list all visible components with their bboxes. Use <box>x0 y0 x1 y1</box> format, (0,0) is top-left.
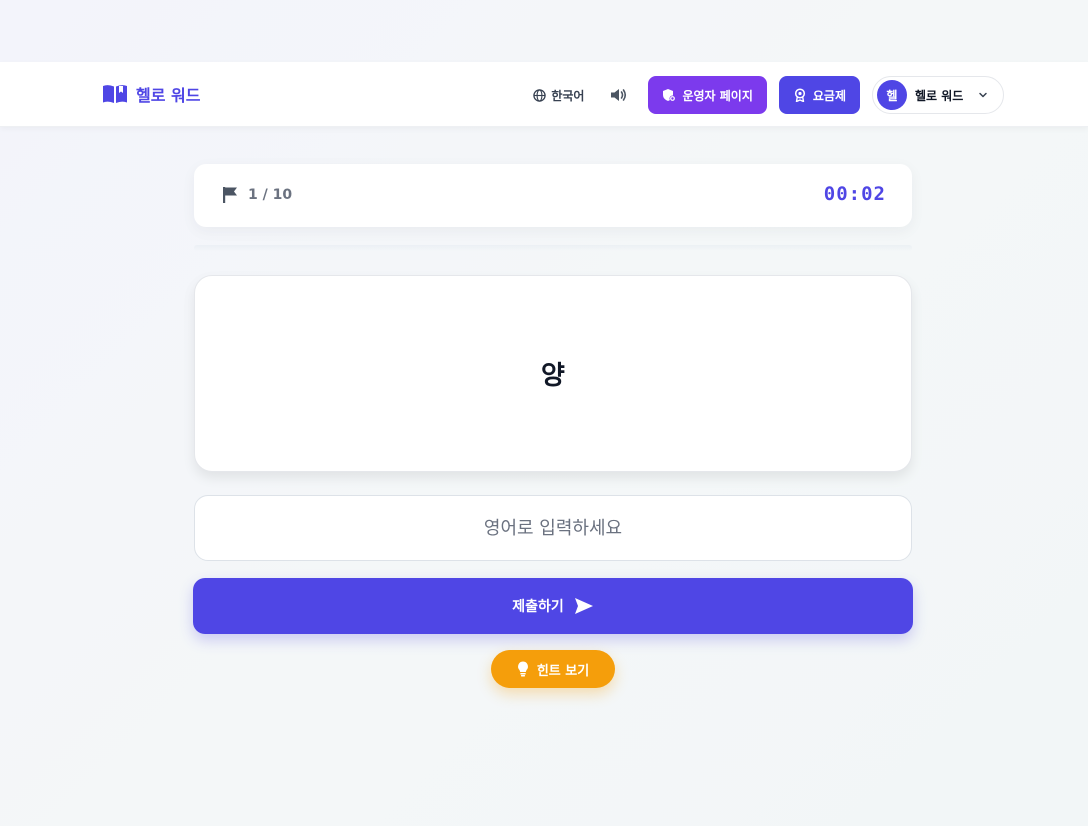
app-logo[interactable]: 헬로 워드 <box>102 82 200 106</box>
word-card: 양 <box>194 275 912 472</box>
question-counter: 1 / 10 <box>248 187 293 203</box>
pricing-button-label: 요금제 <box>812 88 846 103</box>
lightbulb-icon <box>517 661 528 677</box>
flag-icon <box>223 187 237 203</box>
language-selector[interactable]: 한국어 <box>533 87 584 104</box>
top-header: 헬로 워드 한국어 운영자 페이지 요금제 헬 헬로 워드 <box>0 62 1088 127</box>
pricing-button[interactable]: 요금제 <box>778 76 860 114</box>
header-nav: 한국어 운영자 페이지 요금제 헬 헬로 워드 <box>533 76 1004 114</box>
submit-button-label: 제출하기 <box>512 599 564 615</box>
award-icon <box>794 88 805 102</box>
hint-button[interactable]: 힌트 보기 <box>491 650 615 688</box>
admin-page-button[interactable]: 운영자 페이지 <box>648 76 767 114</box>
language-label: 한국어 <box>551 88 585 103</box>
admin-button-label: 운영자 페이지 <box>682 88 753 103</box>
avatar: 헬 <box>877 80 907 110</box>
logo-text: 헬로 워드 <box>136 86 201 105</box>
quiz-progress-bar: 1 / 10 00:02 <box>194 164 912 227</box>
hint-button-label: 힌트 보기 <box>536 663 590 679</box>
progress-indicator: 1 / 10 <box>222 186 292 204</box>
open-book-icon <box>103 85 127 103</box>
quiz-word: 양 <box>541 361 565 391</box>
user-menu[interactable]: 헬 헬로 워드 <box>872 76 1004 114</box>
send-icon <box>574 598 593 614</box>
submit-button[interactable]: 제출하기 <box>193 578 913 634</box>
section-divider <box>194 245 912 251</box>
user-name: 헬로 워드 <box>915 88 964 103</box>
chevron-down-icon <box>979 92 988 98</box>
sound-toggle[interactable] <box>608 85 628 105</box>
shield-gear-icon <box>663 89 676 102</box>
answer-input[interactable] <box>194 495 912 561</box>
globe-icon <box>533 88 547 102</box>
speaker-icon <box>611 89 627 101</box>
quiz-timer: 00:02 <box>823 183 886 205</box>
